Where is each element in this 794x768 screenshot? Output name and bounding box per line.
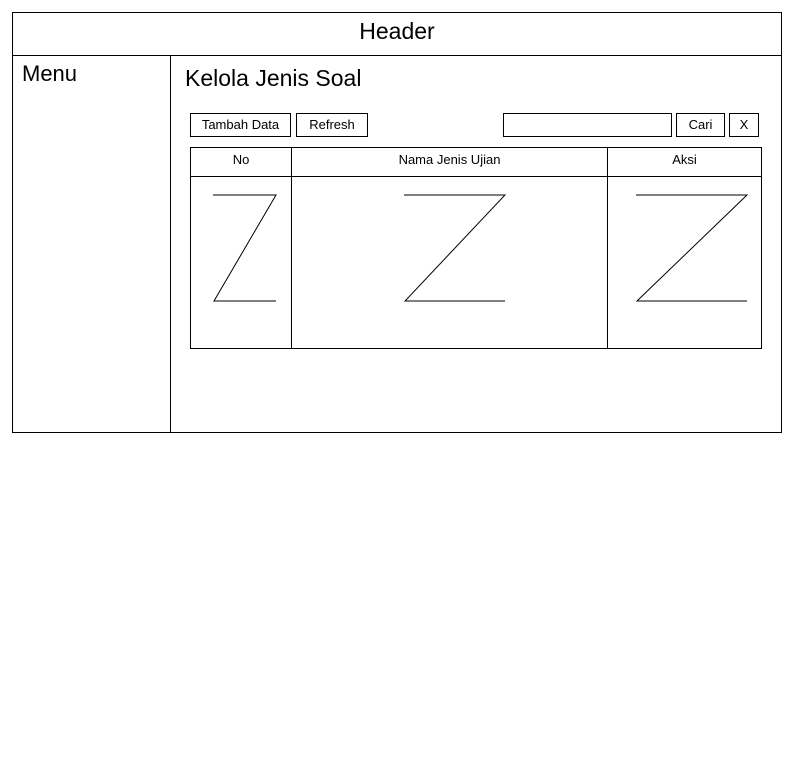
add-data-button[interactable]: Tambah Data: [190, 113, 291, 137]
header-title: Header: [359, 18, 435, 44]
no-column-placeholder-icon: [213, 194, 277, 302]
column-divider: [291, 148, 292, 348]
page-header: Header: [13, 13, 781, 56]
column-header-aksi: Aksi: [672, 152, 697, 167]
table-header-divider: [191, 176, 761, 177]
sidebar-menu: Menu: [13, 56, 171, 432]
name-column-placeholder-icon: [404, 194, 506, 302]
data-table: No Nama Jenis Ujian Aksi: [190, 147, 762, 349]
search-input[interactable]: [503, 113, 672, 137]
column-divider: [607, 148, 608, 348]
page-title: Kelola Jenis Soal: [185, 65, 362, 91]
refresh-button[interactable]: Refresh: [296, 113, 368, 137]
app-frame: Header Menu Kelola Jenis Soal Tambah Dat…: [12, 12, 782, 433]
clear-search-button[interactable]: X: [729, 113, 759, 137]
action-column-placeholder-icon: [636, 194, 748, 302]
search-button[interactable]: Cari: [676, 113, 725, 137]
menu-label: Menu: [22, 61, 78, 86]
column-header-nama-jenis-ujian: Nama Jenis Ujian: [398, 152, 501, 167]
column-header-no: No: [232, 152, 250, 167]
